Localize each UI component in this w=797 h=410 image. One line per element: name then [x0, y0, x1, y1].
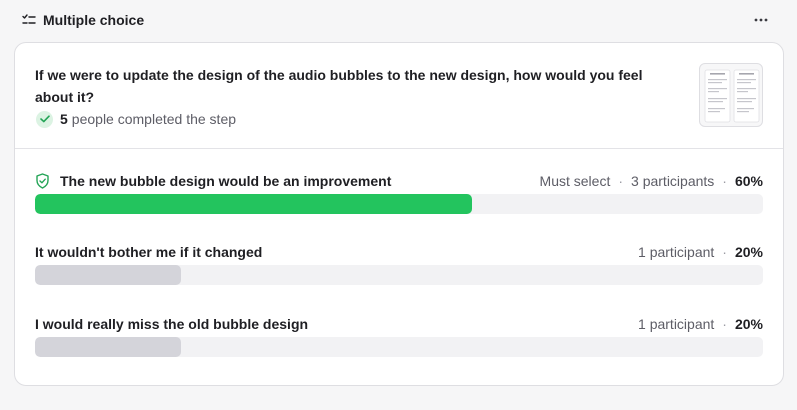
answer-option: It wouldn't bother me if it changed 1 pa… — [35, 243, 763, 303]
check-circle-icon — [36, 110, 53, 128]
step-header: Multiple choice — [0, 0, 797, 40]
must-select-tag: Must select — [539, 173, 611, 189]
more-options-button[interactable] — [748, 10, 774, 30]
progress-track — [35, 265, 763, 285]
prototype-thumbnail[interactable] — [699, 63, 763, 127]
answer-option: I would really miss the old bubble desig… — [35, 315, 763, 375]
answer-option-label: It wouldn't bother me if it changed — [35, 244, 263, 260]
checklist-icon — [22, 14, 36, 24]
answer-option: The new bubble design would be an improv… — [35, 172, 763, 232]
answer-percent: 20% — [734, 244, 763, 260]
answer-option-label: I would really miss the old bubble desig… — [35, 316, 309, 332]
completion-summary: 5 people completed the step — [36, 109, 236, 129]
participant-count: 1 participant — [638, 316, 715, 332]
participant-count: 1 participant — [638, 244, 715, 260]
progress-track — [35, 337, 763, 357]
step-type-title: Multiple choice — [43, 12, 145, 28]
answer-option-meta: Must select · 3 participants · 60% — [540, 172, 763, 190]
meta-separator: · — [722, 244, 727, 260]
progress-fill — [35, 265, 181, 285]
more-horizontal-icon — [754, 18, 768, 22]
question-text: If we were to update the design of the a… — [35, 67, 643, 105]
answer-percent: 60% — [734, 173, 763, 189]
completed-label: people completed the step — [71, 111, 237, 127]
screen-preview-icon — [704, 69, 760, 123]
participant-count: 3 participants — [631, 173, 715, 189]
answer-option-meta: 1 participant · 20% — [638, 315, 763, 333]
progress-fill — [35, 337, 181, 357]
progress-track — [35, 194, 763, 214]
shield-check-icon — [36, 173, 49, 189]
meta-separator: · — [722, 173, 727, 189]
progress-fill — [35, 194, 472, 214]
meta-separator: · — [722, 316, 727, 332]
answer-option-meta: 1 participant · 20% — [638, 243, 763, 261]
results-card: If we were to update the design of the a… — [14, 42, 784, 386]
answer-percent: 20% — [734, 316, 763, 332]
completed-count: 5 — [60, 111, 68, 127]
meta-separator: · — [618, 173, 624, 189]
answer-option-label: The new bubble design would be an improv… — [60, 173, 392, 189]
card-divider — [15, 148, 783, 149]
